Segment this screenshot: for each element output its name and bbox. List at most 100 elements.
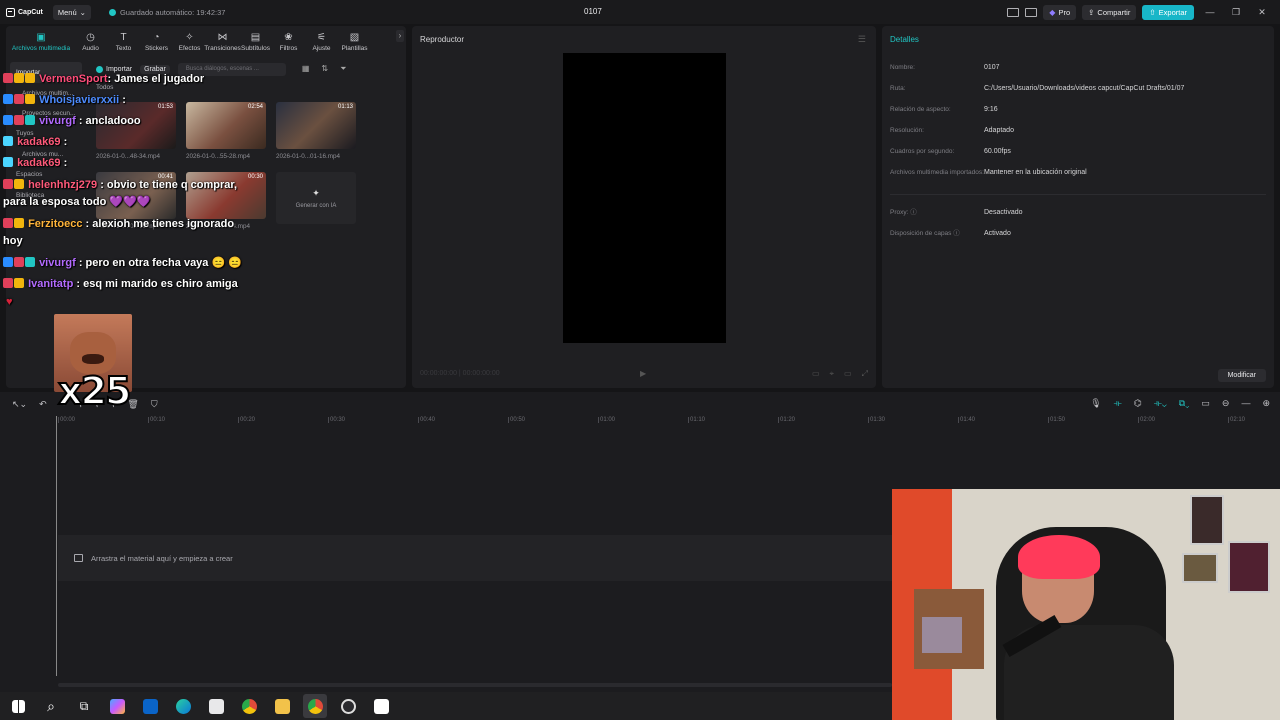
info-icon[interactable]: ⓘ: [953, 230, 960, 237]
tool-adjust[interactable]: ⚟ Ajuste: [305, 33, 338, 53]
timeline-ruler[interactable]: 00:00 00:10 00:20 00:30 00:40 00:50 01:0…: [56, 416, 1280, 428]
media-clip[interactable]: 01:13 2026-01-0...01-16.mp4: [276, 102, 356, 160]
capcut-icon[interactable]: [369, 694, 393, 718]
share-button[interactable]: ⇪ Compartir: [1082, 4, 1137, 20]
prime-badge-icon: [14, 257, 24, 267]
chevron-right-icon[interactable]: ›: [396, 30, 404, 42]
task-view-icon[interactable]: ⧉: [72, 694, 96, 718]
menu-button[interactable]: Menú ⌄: [52, 4, 91, 20]
tool-label: Ajuste: [312, 45, 331, 52]
maximize-icon[interactable]: ❐: [1226, 7, 1246, 18]
sticker-icon: ◔: [153, 32, 160, 43]
minimize-icon[interactable]: —: [1200, 7, 1220, 17]
chrome-icon[interactable]: [237, 694, 261, 718]
tool-transitions[interactable]: ⋈ Transiciones: [204, 33, 241, 53]
player-title: Reproductor: [420, 35, 465, 44]
fullscreen-icon[interactable]: ⤢: [862, 369, 868, 379]
tool-subtitles[interactable]: ▤ Subtítulos: [239, 33, 272, 53]
video-preview[interactable]: [563, 53, 726, 343]
ruler-tick: 01:40: [957, 417, 976, 423]
outlook-icon[interactable]: [138, 694, 162, 718]
zoom-icon[interactable]: ▭: [844, 369, 852, 379]
chat-user: vivurgf: [39, 257, 76, 269]
detail-value[interactable]: Activado: [984, 228, 1011, 239]
chat-user: Ferzitoecc: [28, 218, 83, 230]
modify-button[interactable]: Modificar: [1217, 369, 1266, 382]
file-explorer-icon[interactable]: [270, 694, 294, 718]
templates-icon: ▧: [349, 32, 360, 43]
tool-filters[interactable]: ❀ Filtros: [272, 33, 305, 53]
main-track-drop-zone[interactable]: Arrastra el material aquí y empieza a cr…: [58, 535, 892, 581]
chat-text: : alexioh me tienes ignorado: [85, 218, 235, 230]
ruler-tick: 01:30: [867, 417, 886, 423]
gold-badge-icon: [25, 94, 35, 104]
menu-label: Menú: [57, 7, 77, 17]
grid-view-icon[interactable]: ▦: [302, 64, 310, 74]
magnet-icon[interactable]: ⌬: [1134, 398, 1142, 409]
undo-icon[interactable]: ↶: [39, 399, 47, 410]
detail-value[interactable]: Desactivado: [984, 207, 1023, 218]
timeline-scrollbar[interactable]: [58, 683, 892, 687]
media-filter-all[interactable]: Todos: [96, 84, 113, 91]
zoom-in-icon[interactable]: ⊕: [1262, 398, 1270, 409]
timecode: 00:00:00:00 | 00:00:00:00: [420, 370, 500, 377]
playhead[interactable]: [56, 416, 57, 676]
media-clip[interactable]: 01:53 2026-01-0...48-34.mp4: [96, 102, 176, 160]
obs-icon[interactable]: [336, 694, 360, 718]
detail-key: Relación de aspecto:: [890, 106, 951, 113]
tool-templates[interactable]: ▧ Plantillas: [338, 32, 371, 53]
microphone-icon[interactable]: 🎙: [1090, 398, 1101, 409]
filter-icon[interactable]: ⏷: [340, 64, 346, 74]
ratio-icon[interactable]: ▭: [812, 369, 820, 379]
shield-icon[interactable]: ⛉: [151, 399, 158, 410]
menu-icon[interactable]: ☰: [858, 34, 866, 45]
timeline-view-tools: 🎙 ⟛ ⌬ ⟛⌄ ⧉⌄ ▭ ⊖ — ⊕: [1090, 398, 1270, 409]
media-icon: ▣: [36, 32, 46, 43]
detail-row: Cuadros por segundo: 60.00fps: [890, 146, 1266, 167]
sort-icon[interactable]: ⇅: [321, 64, 328, 74]
play-icon[interactable]: ▶: [640, 369, 646, 378]
windows-taskbar: ⌕ ⧉: [0, 692, 892, 720]
linkage-icon[interactable]: ⟛⌄: [1154, 398, 1167, 409]
generate-ai-button[interactable]: ✦ Generar con IA: [276, 172, 356, 224]
tool-stickers[interactable]: ◔ Stickers: [140, 32, 173, 53]
zoom-out-icon[interactable]: ⊖: [1222, 398, 1230, 409]
clip-name: 2026-01-0...01-16.mp4: [276, 153, 341, 160]
ruler-tick: 01:00: [597, 417, 616, 423]
store-icon[interactable]: [204, 694, 228, 718]
tool-media[interactable]: ▣ Archivos multimedia: [8, 32, 74, 53]
preview-axis-icon[interactable]: ⧉⌄: [1179, 398, 1190, 409]
layout-icon[interactable]: [1007, 7, 1020, 17]
close-icon[interactable]: ✕: [1252, 7, 1272, 18]
import-button[interactable]: Importar: [96, 65, 132, 73]
tool-label: Subtítulos: [241, 45, 270, 52]
info-icon[interactable]: ⓘ: [910, 209, 917, 216]
link-main-track-icon[interactable]: ⟛: [1114, 398, 1122, 409]
focus-icon[interactable]: ⌖: [830, 369, 835, 379]
shortcuts-icon[interactable]: [1025, 7, 1038, 17]
caption-icon[interactable]: ▭: [1201, 398, 1210, 409]
media-clip[interactable]: 02:54 2026-01-0...55-28.mp4: [186, 102, 266, 160]
edge-icon[interactable]: [171, 694, 195, 718]
tool-text[interactable]: T Texto: [107, 33, 140, 53]
zoom-slider[interactable]: —: [1241, 398, 1250, 409]
asset-toolbar: ▣ Archivos multimedia ◷ Audio T Texto ◔ Stic…: [6, 26, 406, 53]
cube-badge-icon: [3, 157, 13, 167]
windows-start-icon[interactable]: [6, 694, 30, 718]
copilot-icon[interactable]: [105, 694, 129, 718]
tool-effects[interactable]: ✧ Efectos: [173, 33, 206, 53]
export-button[interactable]: ⇧ Exportar: [1142, 4, 1194, 20]
pro-button[interactable]: ◆ Pro: [1043, 4, 1077, 20]
chrome-profile-icon[interactable]: [303, 694, 327, 718]
copilot-glyph: [109, 698, 125, 714]
plus-icon: [96, 65, 103, 73]
search-icon[interactable]: ⌕: [39, 694, 63, 718]
tool-label: Stickers: [144, 45, 169, 52]
chat-text: hoy: [3, 235, 23, 247]
detail-row: Nombre: 0107: [890, 62, 1266, 83]
tool-audio[interactable]: ◷ Audio: [74, 33, 107, 53]
chat-user: kadak69: [17, 136, 61, 148]
chat-message: vivurgf : ancladooo: [3, 115, 141, 127]
select-cursor-icon[interactable]: ↖⌄: [12, 399, 27, 410]
project-title[interactable]: 0107: [584, 7, 602, 16]
